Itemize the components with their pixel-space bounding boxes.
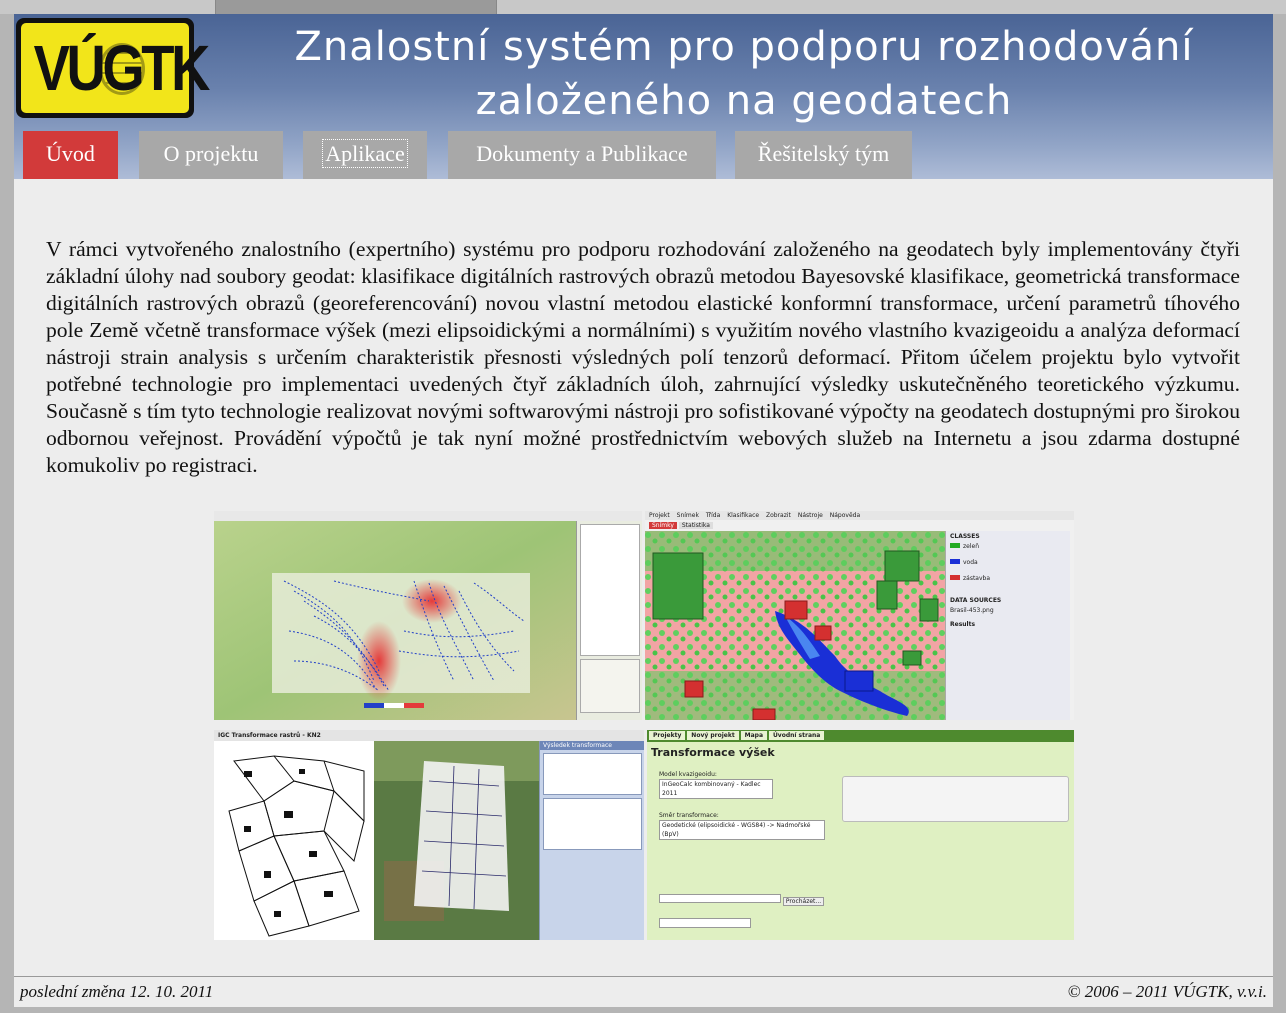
screenshot-height-transformation: Projekty Nový projekt Mapa Úvodní strana… — [647, 730, 1074, 940]
nav-tab-label: Dokumenty a Publikace — [476, 141, 688, 166]
nav-tab-resitelsky-tym[interactable]: Řešitelský tým — [735, 131, 912, 179]
page-frame: VÚGTK Znalostní systém pro podporu rozho… — [14, 14, 1273, 1007]
nav-tab-uvod[interactable]: Úvod — [23, 131, 118, 179]
intro-paragraph: V rámci vytvořeného znalostního (expertn… — [46, 237, 1240, 477]
class-name: zeleň — [963, 543, 980, 550]
site-title: Znalostní systém pro podporu rozhodování… — [244, 20, 1244, 128]
deformation-map — [214, 521, 576, 720]
classif-tabs: Snímky Statistika — [649, 521, 713, 530]
class-item[interactable]: zástavba — [950, 575, 1070, 583]
menu-item[interactable]: Snímek — [677, 512, 699, 519]
aerial-overlay — [374, 741, 539, 940]
params-table — [543, 753, 642, 795]
copyright: © 2006 – 2011 VÚGTK, v.v.i. — [1067, 982, 1267, 1001]
tab-novy-projekt[interactable]: Nový projekt — [687, 731, 739, 740]
results-title: Results — [950, 621, 976, 628]
browser-top-strip — [0, 0, 1286, 14]
browse-button[interactable]: Procházet... — [782, 897, 825, 906]
layers-list — [580, 524, 640, 656]
file-input[interactable] — [659, 894, 781, 903]
nav-tab-aplikace[interactable]: Aplikace — [303, 131, 427, 179]
class-color — [950, 559, 960, 564]
nav-tab-label: Aplikace — [322, 139, 408, 168]
menu-item[interactable]: Třída — [706, 512, 720, 519]
heights-form: Model kvazigeoidu: InGeoCalc kombinovaný… — [659, 770, 825, 940]
classes-panel: CLASSES zeleň voda zástavba DATA SOURCES… — [945, 531, 1070, 720]
heights-tabs: Projekty Nový projekt Mapa Úvodní strana — [647, 730, 1074, 742]
model-label: Model kvazigeoidu: — [659, 771, 717, 778]
menu-item[interactable]: Nápověda — [830, 512, 860, 519]
logo-text: VÚGTK — [33, 32, 211, 104]
screenshot-igc-transformation: IGC Transformace rastrů - KN2 Výsledek t… — [214, 730, 644, 940]
coord-input-1[interactable] — [659, 918, 751, 928]
direction-label: Směr transformace: — [659, 812, 719, 819]
site-title-line2: založeného na geodatech — [475, 78, 1013, 124]
classes-title: CLASSES — [950, 533, 980, 540]
vugtk-logo[interactable]: VÚGTK — [16, 18, 211, 118]
class-name: voda — [963, 559, 978, 566]
classif-menubar: Projekt Snímek Třída Klasifikace Zobrazi… — [645, 511, 1074, 520]
panel-header: Výsledek transformace — [540, 741, 644, 750]
tab-snimky[interactable]: Snímky — [649, 522, 677, 529]
nav-tab-label: Úvod — [46, 141, 95, 166]
tab-uvodni-strana[interactable]: Úvodní strana — [768, 731, 825, 740]
nav-tab-label: Řešitelský tým — [757, 141, 890, 166]
cadastral-map — [214, 741, 374, 940]
transformation-panel: Výsledek transformace — [539, 741, 644, 940]
class-item[interactable]: voda — [950, 559, 1070, 567]
tab-mapa[interactable]: Mapa — [740, 731, 768, 740]
nav-tab-dokumenty[interactable]: Dokumenty a Publikace — [448, 131, 716, 179]
tab-statistika[interactable]: Statistika — [678, 522, 713, 529]
source-item[interactable]: Brasil-453.png — [950, 607, 1070, 615]
classification-image — [645, 531, 945, 720]
model-select[interactable]: InGeoCalc kombinovaný - Kadlec 2011 — [659, 779, 773, 799]
igc-titlebar: IGC Transformace rastrů - KN2 — [214, 730, 644, 741]
heights-title: Transformace výšek — [651, 746, 775, 759]
site-title-line1: Znalostní systém pro podporu rozhodování — [294, 24, 1194, 70]
menu-item[interactable]: Klasifikace — [727, 512, 759, 519]
screenshot-strain-analysis — [214, 511, 642, 720]
class-name: zástavba — [963, 575, 991, 582]
igc-title: IGC Transformace rastrů - KN2 — [218, 732, 321, 739]
aerial-photo — [374, 741, 539, 940]
class-item[interactable]: zeleň — [950, 543, 1070, 551]
menu-item[interactable]: Zobrazit — [766, 512, 791, 519]
class-color — [950, 575, 960, 580]
site-header: VÚGTK Znalostní systém pro podporu rozho… — [14, 14, 1273, 179]
top-strip-tab — [215, 0, 497, 14]
recalculation-panel — [580, 659, 640, 713]
menu-item[interactable]: Projekt — [649, 512, 670, 519]
model-info-box — [842, 776, 1069, 822]
last-modified: poslední změna 12. 10. 2011 — [20, 982, 214, 1001]
sources-title: DATA SOURCES — [950, 597, 1002, 604]
menu-item[interactable]: Nástroje — [798, 512, 823, 519]
screenshot-classification: Projekt Snímek Třída Klasifikace Zobrazi… — [645, 511, 1074, 720]
footer-divider — [14, 976, 1273, 977]
logo-background: VÚGTK — [21, 23, 211, 113]
direction-select[interactable]: Geodetické (elipsoidické - WGS84) -> Nad… — [659, 820, 825, 840]
nav-tab-label: O projektu — [163, 141, 259, 166]
nav-tab-o-projektu[interactable]: O projektu — [139, 131, 283, 179]
points-table — [543, 798, 642, 850]
layers-panel — [576, 521, 642, 720]
tab-projekty[interactable]: Projekty — [649, 731, 686, 740]
class-color — [950, 543, 960, 548]
